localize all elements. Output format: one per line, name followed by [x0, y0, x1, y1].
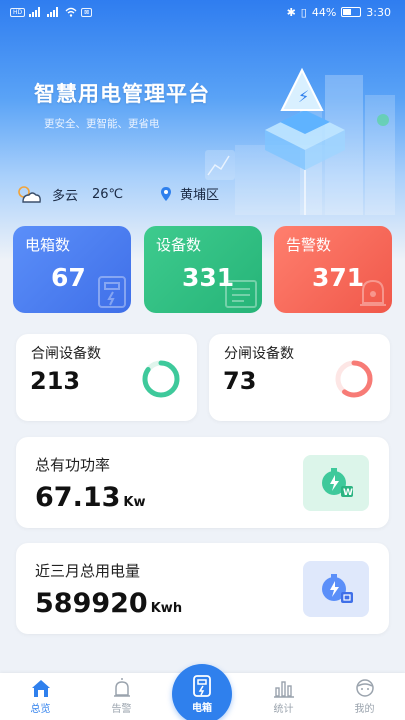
alarm-icon	[360, 279, 386, 306]
location-name: 黄埔区	[180, 188, 220, 203]
bar-chart-icon	[273, 681, 294, 698]
open-devices-card[interactable]: 分闸设备数 73	[209, 334, 390, 421]
hd-icon: HD	[10, 7, 26, 17]
notification-icon: ⊠	[81, 7, 93, 17]
signal-icon	[47, 7, 59, 17]
tab-label: 告警	[111, 704, 132, 715]
cloud-sun-icon	[18, 186, 41, 203]
status-bar: HD ⊠ ✱ ▯ 44% 3:30	[0, 0, 405, 24]
card-label: 合闸设备数	[31, 346, 101, 362]
tab-profile[interactable]: 我的	[335, 678, 395, 715]
energy-value: 589920	[35, 588, 148, 619]
card-label: 总有功功率	[35, 456, 111, 474]
energy-meter-icon	[303, 561, 369, 617]
stat-label: 电箱数	[25, 236, 71, 254]
page-title: 智慧用电管理平台	[34, 82, 210, 106]
location-widget[interactable]: 黄埔区	[160, 184, 219, 203]
card-value: 213	[30, 367, 81, 395]
energy-usage-card[interactable]: 近三月总用电量 589920 Kwh	[16, 543, 389, 634]
tab-overview[interactable]: 总览	[11, 678, 71, 715]
card-label: 近三月总用电量	[35, 562, 141, 580]
energy-unit: Kwh	[150, 601, 183, 616]
profile-icon	[355, 679, 374, 697]
power-meter-icon: W	[303, 455, 369, 511]
card-label: 分闸设备数	[224, 346, 294, 362]
tab-alarms[interactable]: 告警	[92, 678, 152, 715]
vibrate-icon: ▯	[300, 5, 307, 19]
tab-label: 统计	[273, 704, 294, 715]
closed-ring-progress	[142, 360, 180, 398]
page-subtitle: 更安全、更智能、更省电	[44, 118, 160, 130]
svg-text:W: W	[343, 488, 353, 498]
electric-box-icon	[193, 674, 211, 697]
electric-box-icon	[98, 276, 126, 308]
city-illustration: ⚡	[205, 67, 395, 215]
power-unit: Kw	[123, 495, 146, 510]
closed-devices-card[interactable]: 合闸设备数 213	[16, 334, 197, 421]
stat-card-devices[interactable]: 设备数 331	[144, 226, 262, 313]
card-value: 73	[223, 367, 257, 395]
home-icon	[31, 680, 50, 697]
alarm-icon	[113, 678, 130, 697]
location-pin-icon	[161, 186, 171, 201]
battery-percent: 44%	[311, 5, 337, 19]
closed-ring-chart	[142, 360, 180, 398]
signal-icon	[29, 7, 41, 17]
stat-label: 设备数	[156, 236, 202, 254]
active-power-card[interactable]: 总有功功率 67.13 Kw W	[16, 437, 389, 528]
weather-condition: 多云	[52, 188, 79, 204]
battery-icon	[341, 7, 362, 17]
card-value: 589920 Kwh	[35, 588, 182, 619]
stat-card-boxes[interactable]: 电箱数 67	[13, 226, 131, 313]
tab-electric-box[interactable]: 电箱	[172, 664, 232, 720]
stat-label: 告警数	[286, 236, 332, 254]
tab-statistics[interactable]: 统计	[254, 678, 314, 715]
card-value: 67.13 Kw	[35, 482, 146, 513]
power-value: 67.13	[35, 482, 121, 513]
bluetooth-icon: ✱	[286, 5, 296, 19]
tab-label: 总览	[30, 704, 51, 715]
clock: 3:30	[366, 5, 391, 19]
wifi-icon	[65, 7, 77, 17]
stat-card-alarms[interactable]: 告警数 371	[274, 226, 392, 313]
hero-banner: HD ⊠ ✱ ▯ 44% 3:30 智慧用电管理平台 更安全、更智能、更省电 ⚡	[0, 0, 405, 260]
weather-temperature: 26℃	[92, 186, 124, 202]
svg-text:⚡: ⚡	[298, 87, 309, 106]
weather-widget: 多云 26℃	[16, 184, 123, 204]
device-icon	[225, 280, 257, 308]
open-ring-chart	[335, 360, 373, 398]
tab-label: 电箱	[192, 702, 212, 714]
tab-label: 我的	[354, 704, 375, 715]
